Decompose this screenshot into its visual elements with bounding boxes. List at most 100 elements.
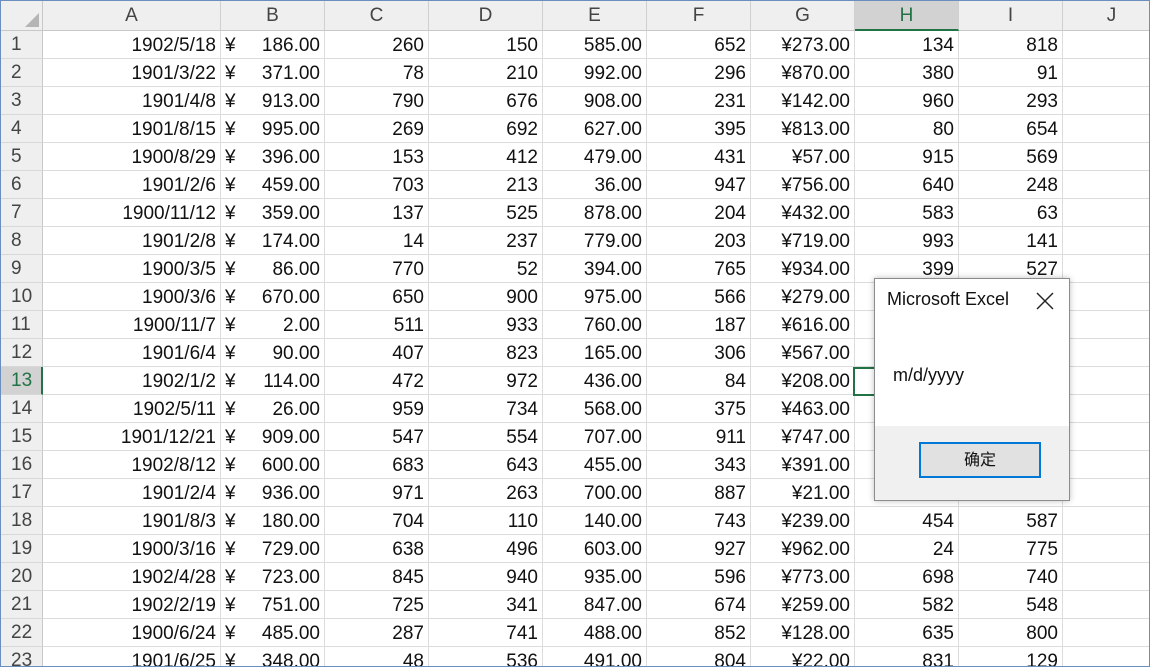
cell-d1[interactable]: 150 — [429, 31, 543, 59]
cell-d22[interactable]: 741 — [429, 619, 543, 647]
cell-g7[interactable]: ¥432.00 — [751, 199, 855, 227]
row-header-16[interactable]: 16 — [1, 451, 43, 479]
row-header-2[interactable]: 2 — [1, 59, 43, 87]
row-header-6[interactable]: 6 — [1, 171, 43, 199]
cell-a14[interactable]: 1902/5/11 — [43, 395, 221, 423]
cell-f2[interactable]: 296 — [647, 59, 751, 87]
cell-e19[interactable]: 603.00 — [543, 535, 647, 563]
row-header-20[interactable]: 20 — [1, 563, 43, 591]
cell-d6[interactable]: 213 — [429, 171, 543, 199]
cell-c14[interactable]: 959 — [325, 395, 429, 423]
cell-a23[interactable]: 1901/6/25 — [43, 647, 221, 666]
cell-e20[interactable]: 935.00 — [543, 563, 647, 591]
column-header-b[interactable]: B — [221, 1, 325, 31]
cell-j2[interactable] — [1063, 59, 1149, 87]
cell-d11[interactable]: 933 — [429, 311, 543, 339]
cell-c6[interactable]: 703 — [325, 171, 429, 199]
cell-a21[interactable]: 1902/2/19 — [43, 591, 221, 619]
cell-b12[interactable]: ¥90.00 — [221, 339, 325, 367]
cell-e5[interactable]: 479.00 — [543, 143, 647, 171]
cell-a15[interactable]: 1901/12/21 — [43, 423, 221, 451]
cell-b14[interactable]: ¥26.00 — [221, 395, 325, 423]
cell-d18[interactable]: 110 — [429, 507, 543, 535]
row-header-17[interactable]: 17 — [1, 479, 43, 507]
cell-c3[interactable]: 790 — [325, 87, 429, 115]
cell-c9[interactable]: 770 — [325, 255, 429, 283]
cell-c8[interactable]: 14 — [325, 227, 429, 255]
cell-b8[interactable]: ¥174.00 — [221, 227, 325, 255]
row-header-11[interactable]: 11 — [1, 311, 43, 339]
cell-b2[interactable]: ¥371.00 — [221, 59, 325, 87]
cell-b19[interactable]: ¥729.00 — [221, 535, 325, 563]
cell-i19[interactable]: 775 — [959, 535, 1063, 563]
cell-b11[interactable]: ¥2.00 — [221, 311, 325, 339]
cell-a10[interactable]: 1900/3/6 — [43, 283, 221, 311]
cell-j17[interactable] — [1063, 479, 1149, 507]
cell-j14[interactable] — [1063, 395, 1149, 423]
cell-c23[interactable]: 48 — [325, 647, 429, 666]
cell-c7[interactable]: 137 — [325, 199, 429, 227]
cell-g20[interactable]: ¥773.00 — [751, 563, 855, 591]
cell-f23[interactable]: 804 — [647, 647, 751, 666]
cell-f10[interactable]: 566 — [647, 283, 751, 311]
cell-h20[interactable]: 698 — [855, 563, 959, 591]
cell-i1[interactable]: 818 — [959, 31, 1063, 59]
cell-a1[interactable]: 1902/5/18 — [43, 31, 221, 59]
cell-c2[interactable]: 78 — [325, 59, 429, 87]
cell-a18[interactable]: 1901/8/3 — [43, 507, 221, 535]
row-header-18[interactable]: 18 — [1, 507, 43, 535]
cell-d16[interactable]: 643 — [429, 451, 543, 479]
cell-c17[interactable]: 971 — [325, 479, 429, 507]
cell-i20[interactable]: 740 — [959, 563, 1063, 591]
column-header-j[interactable]: J — [1063, 1, 1149, 31]
cell-e9[interactable]: 394.00 — [543, 255, 647, 283]
cell-h21[interactable]: 582 — [855, 591, 959, 619]
cell-a3[interactable]: 1901/4/8 — [43, 87, 221, 115]
cell-b15[interactable]: ¥909.00 — [221, 423, 325, 451]
cell-c19[interactable]: 638 — [325, 535, 429, 563]
cell-h1[interactable]: 134 — [855, 31, 959, 59]
column-header-f[interactable]: F — [647, 1, 751, 31]
cell-b16[interactable]: ¥600.00 — [221, 451, 325, 479]
row-header-5[interactable]: 5 — [1, 143, 43, 171]
cell-a7[interactable]: 1900/11/12 — [43, 199, 221, 227]
cell-c5[interactable]: 153 — [325, 143, 429, 171]
cell-i7[interactable]: 63 — [959, 199, 1063, 227]
cell-h19[interactable]: 24 — [855, 535, 959, 563]
cell-a22[interactable]: 1900/6/24 — [43, 619, 221, 647]
cell-j21[interactable] — [1063, 591, 1149, 619]
select-all-button[interactable] — [1, 1, 43, 31]
cell-j6[interactable] — [1063, 171, 1149, 199]
cell-b7[interactable]: ¥359.00 — [221, 199, 325, 227]
cell-b18[interactable]: ¥180.00 — [221, 507, 325, 535]
column-header-h[interactable]: H — [855, 1, 959, 31]
row-header-1[interactable]: 1 — [1, 31, 43, 59]
cell-a19[interactable]: 1900/3/16 — [43, 535, 221, 563]
cell-h23[interactable]: 831 — [855, 647, 959, 666]
cell-d17[interactable]: 263 — [429, 479, 543, 507]
cell-g16[interactable]: ¥391.00 — [751, 451, 855, 479]
cell-h2[interactable]: 380 — [855, 59, 959, 87]
cell-c22[interactable]: 287 — [325, 619, 429, 647]
cell-c16[interactable]: 683 — [325, 451, 429, 479]
row-header-9[interactable]: 9 — [1, 255, 43, 283]
cell-f22[interactable]: 852 — [647, 619, 751, 647]
cell-g5[interactable]: ¥57.00 — [751, 143, 855, 171]
ok-button[interactable]: 确定 — [919, 442, 1041, 478]
row-header-19[interactable]: 19 — [1, 535, 43, 563]
cell-g14[interactable]: ¥463.00 — [751, 395, 855, 423]
cell-f5[interactable]: 431 — [647, 143, 751, 171]
cell-j13[interactable] — [1063, 367, 1149, 395]
cell-e23[interactable]: 491.00 — [543, 647, 647, 666]
cell-f18[interactable]: 743 — [647, 507, 751, 535]
cell-b4[interactable]: ¥995.00 — [221, 115, 325, 143]
cell-h22[interactable]: 635 — [855, 619, 959, 647]
cell-g1[interactable]: ¥273.00 — [751, 31, 855, 59]
cell-d9[interactable]: 52 — [429, 255, 543, 283]
row-header-10[interactable]: 10 — [1, 283, 43, 311]
cell-e14[interactable]: 568.00 — [543, 395, 647, 423]
cell-a12[interactable]: 1901/6/4 — [43, 339, 221, 367]
cell-c10[interactable]: 650 — [325, 283, 429, 311]
cell-f21[interactable]: 674 — [647, 591, 751, 619]
cell-g3[interactable]: ¥142.00 — [751, 87, 855, 115]
